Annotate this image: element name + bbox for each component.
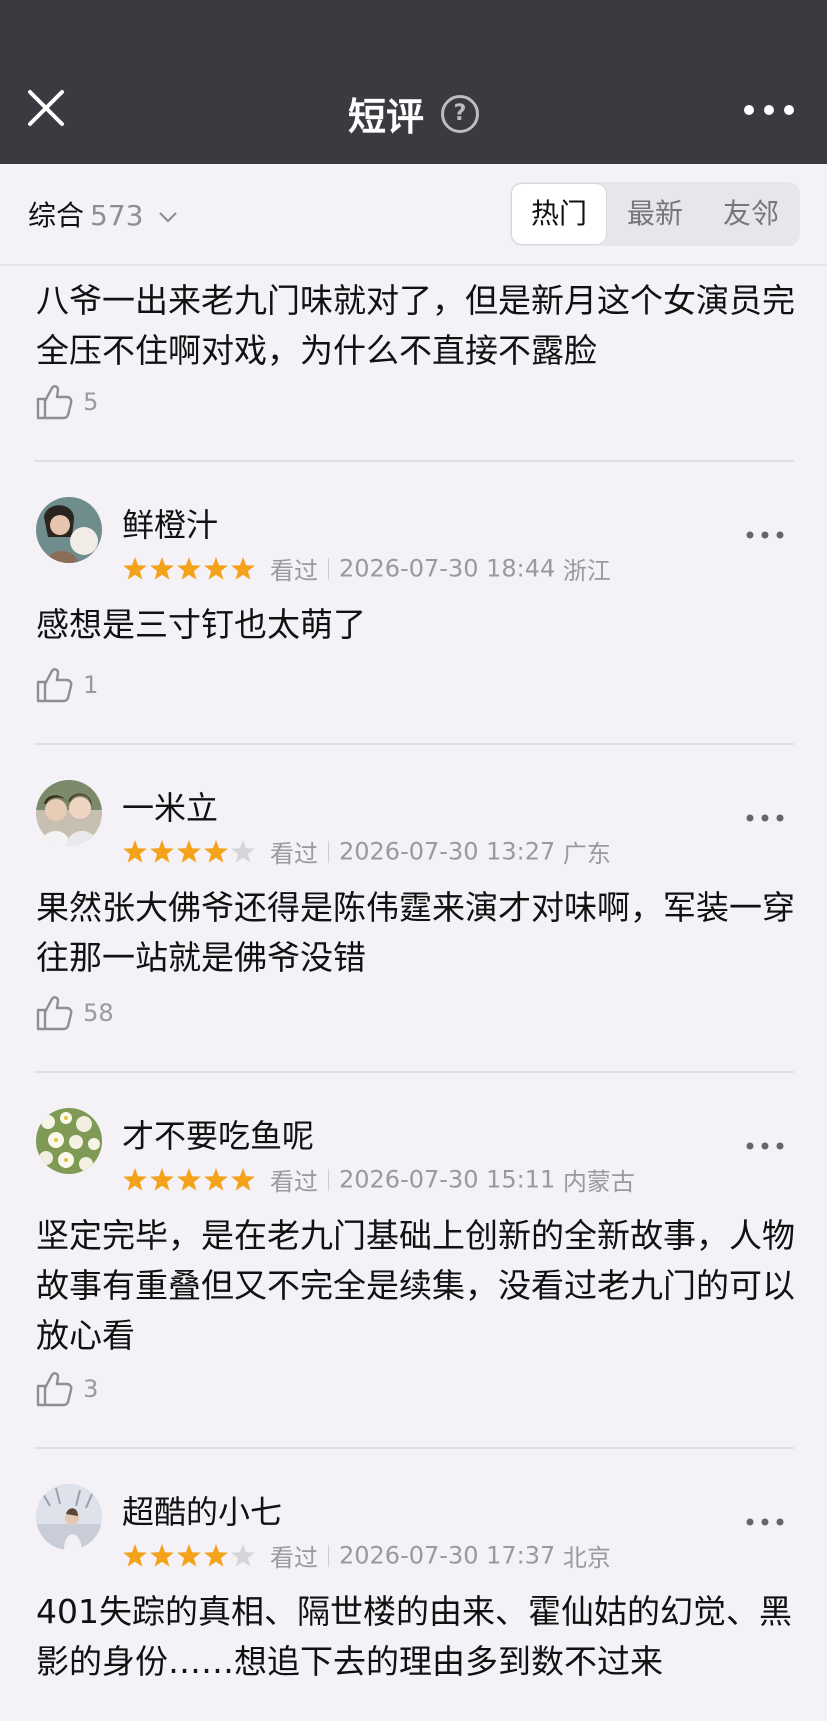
more-menu-button[interactable] [741,96,797,124]
rating-stars [123,556,255,580]
star-empty-icon [231,839,255,863]
star-filled-icon [204,839,228,863]
like-count: 3 [83,1375,99,1403]
review-meta: 看过 2026-07-30 17:37 北京 [122,1538,611,1573]
star-filled-icon [204,1543,228,1567]
divider [34,1447,794,1449]
like-button[interactable]: 58 [34,993,114,1037]
divider [34,743,794,745]
review-more-button[interactable] [745,810,785,824]
review-text: 感想是三寸钉也太萌了 [36,605,366,644]
tab-latest[interactable]: 最新 [608,184,702,244]
review-text: 果然张大佛爷还得是陈伟霆来演才对味啊，军装一穿往那一站就是佛爷没错 [36,888,795,977]
tab-friends[interactable]: 友邻 [704,184,798,244]
review-location: 广东 [562,840,611,868]
avatar[interactable] [36,1484,102,1550]
star-filled-icon [150,839,174,863]
star-filled-icon [177,1167,201,1191]
avatar[interactable] [36,1108,102,1174]
thumbs-up-icon [36,385,73,420]
rating-stars [123,839,255,863]
rating-stars [123,1543,255,1567]
avatar-image [36,1108,102,1174]
avatar-image [36,780,102,846]
review-meta: 看过 2026-07-30 13:27 广东 [122,834,611,869]
star-filled-icon [150,1167,174,1191]
avatar[interactable] [36,497,102,563]
like-count: 5 [83,388,99,416]
more-icon [746,814,784,822]
watch-status: 看过 [270,1168,318,1196]
filter-bar: 综合 573 热门 最新 友邻 [0,164,827,266]
review-meta: 看过 2026-07-30 18:44 浙江 [122,551,611,586]
sort-dropdown[interactable]: 综合 573 [28,194,178,234]
help-icon[interactable]: ? [441,94,480,133]
star-filled-icon [231,556,255,580]
star-filled-icon [150,556,174,580]
star-filled-icon [123,839,147,863]
thumbs-up-icon [36,668,73,703]
review-more-button[interactable] [745,1514,785,1528]
star-filled-icon [177,1543,201,1567]
review-text: 坚定完毕，是在老九门基础上创新的全新故事，人物故事有重叠但又不完全是续集，没看过… [36,1216,795,1355]
review-location: 浙江 [562,557,611,585]
review-more-button[interactable] [745,1138,785,1152]
star-filled-icon [177,839,201,863]
like-count: 58 [83,999,114,1027]
nav-bar: 短评 ? [0,0,827,164]
more-icon [746,1518,784,1526]
page-title: 短评 [347,95,424,139]
like-button[interactable]: 1 [34,665,98,709]
star-filled-icon [204,1167,228,1191]
sort-count: 573 [90,199,144,232]
star-empty-icon [231,1543,255,1567]
star-filled-icon [204,556,228,580]
rating-stars [123,1167,255,1191]
watch-status: 看过 [270,1544,318,1572]
more-icon [744,105,794,115]
tab-hot[interactable]: 热门 [512,184,606,244]
thumbs-up-icon [36,1372,73,1407]
watch-status: 看过 [270,557,318,585]
avatar[interactable] [36,780,102,846]
review-text: 401失踪的真相、隔世楼的由来、霍仙姑的幻觉、黑影的身份……想追下去的理由多到数… [36,1592,792,1681]
review-date: 2026-07-30 18:44 [339,554,556,583]
star-filled-icon [177,556,201,580]
star-filled-icon [231,1167,255,1191]
username[interactable]: 超酷的小七 [122,1487,282,1533]
review-text: 八爷一出来老九门味就对了，但是新月这个女演员完全压不住啊对戏，为什么不直接不露脸 [36,281,795,370]
review-location: 北京 [562,1544,611,1572]
review-meta: 看过 2026-07-30 15:11 内蒙古 [122,1162,635,1197]
username[interactable]: 鲜橙汁 [122,500,218,546]
like-button[interactable]: 5 [34,382,98,426]
star-filled-icon [123,1543,147,1567]
review-location: 内蒙古 [562,1168,635,1196]
avatar-image [36,1484,102,1550]
star-filled-icon [150,1543,174,1567]
thumbs-up-icon [36,996,73,1031]
like-count: 1 [83,671,99,699]
review-date: 2026-07-30 17:37 [339,1541,556,1570]
more-icon [746,1142,784,1150]
star-filled-icon [123,1167,147,1191]
tab-group: 热门 最新 友邻 [510,182,800,246]
sort-label: 综合 [28,199,85,232]
divider [34,1071,794,1073]
divider [34,460,794,462]
like-button[interactable]: 3 [34,1369,98,1413]
username[interactable]: 才不要吃鱼呢 [122,1111,314,1157]
username[interactable]: 一米立 [122,783,218,829]
avatar-image [36,497,102,563]
review-date: 2026-07-30 13:27 [339,837,556,866]
review-date: 2026-07-30 15:11 [339,1165,556,1194]
watch-status: 看过 [270,840,318,868]
star-filled-icon [123,556,147,580]
chevron-down-icon [159,212,178,223]
more-icon [746,531,784,539]
review-more-button[interactable] [745,527,785,541]
